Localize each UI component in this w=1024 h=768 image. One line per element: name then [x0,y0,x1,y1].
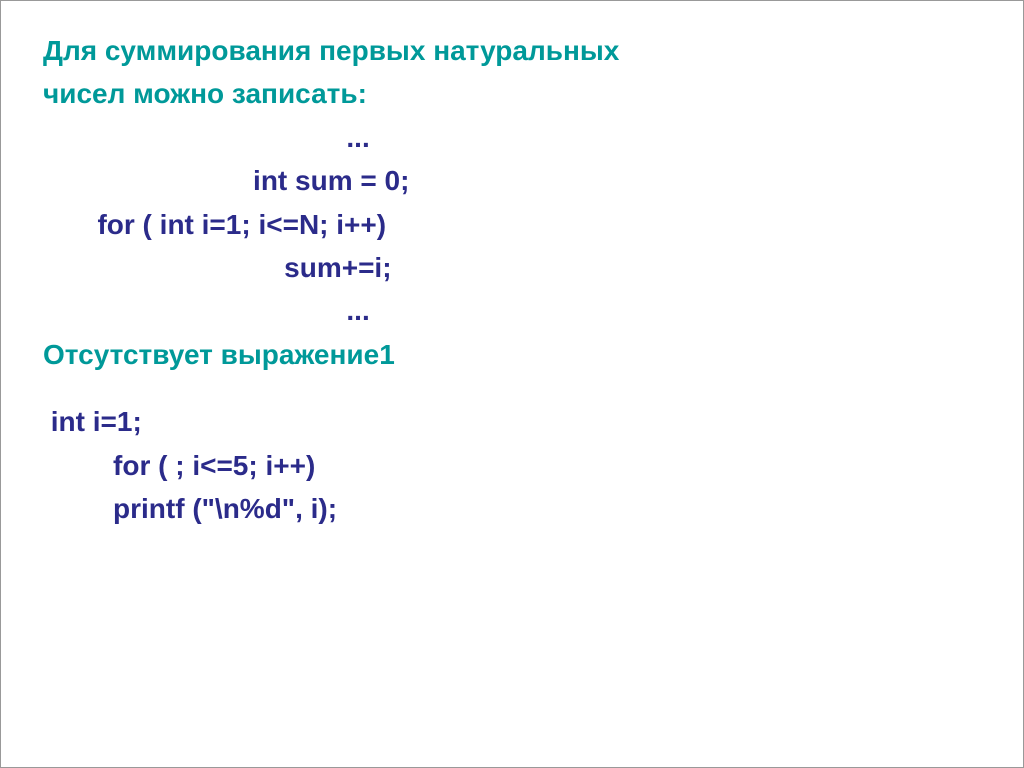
subheading: Отсутствует выражение1 [43,333,981,376]
code1-line-3: for ( int i=1; i<=N; i++) [43,203,981,246]
slide-container: Для суммирования первых натуральных чисе… [0,0,1024,768]
code1-line-2: int sum = 0; [43,159,981,202]
code1-line-5: ... [43,289,981,332]
code1-line-4: sum+=i; [43,246,981,289]
code2-line-1: int i=1; [43,400,981,443]
spacer [43,376,981,400]
code2-line-3: printf ("\n%d", i); [43,487,981,530]
heading-line-2: чисел можно записать: [43,72,981,115]
code1-line-1: ... [43,116,981,159]
heading-line-1: Для суммирования первых натуральных [43,29,981,72]
code2-line-2: for ( ; i<=5; i++) [43,444,981,487]
